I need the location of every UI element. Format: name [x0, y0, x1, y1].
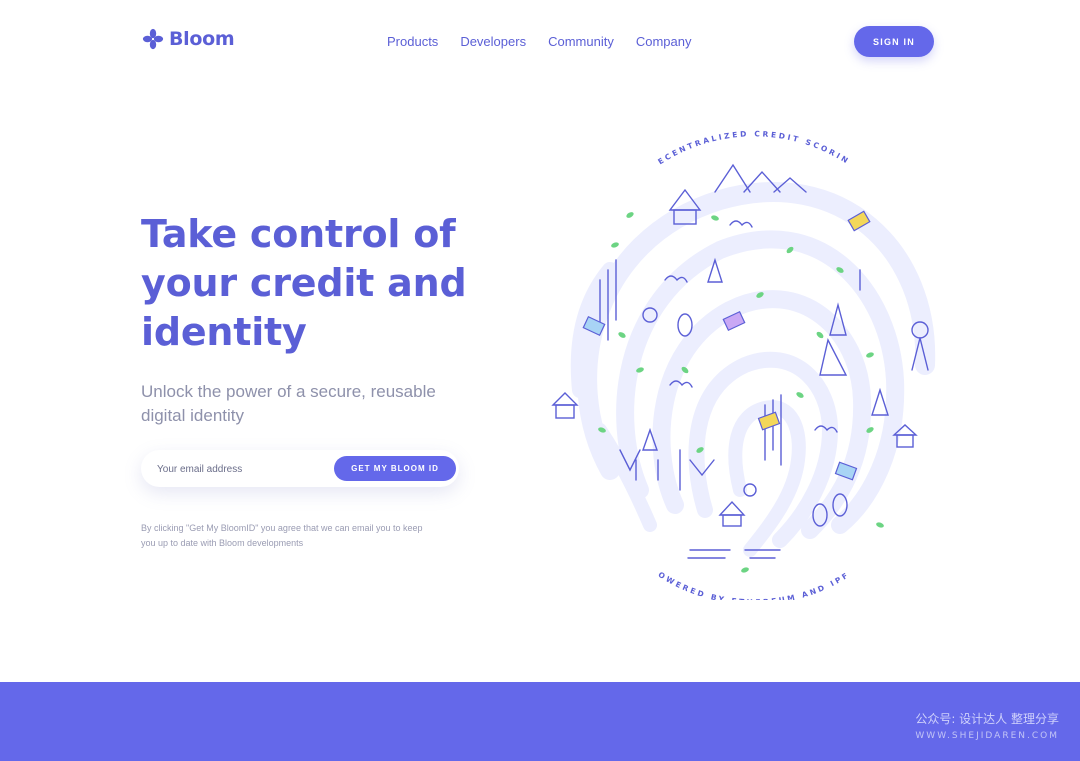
watermark-chinese: 公众号: 设计达人 整理分享	[915, 712, 1059, 726]
hero-subtitle-line: Unlock the power of a secure, reusable	[141, 382, 436, 401]
disclaimer-line: By clicking "Get My BloomID" you agree t…	[141, 523, 423, 533]
nav-company[interactable]: Company	[636, 34, 692, 49]
watermark-url: WWW.SHEJIDAREN.COM	[915, 731, 1059, 741]
hero-subtitle: Unlock the power of a secure, reusable d…	[141, 380, 461, 428]
nav-community[interactable]: Community	[548, 34, 614, 49]
hero-subtitle-line: digital identity	[141, 406, 245, 425]
email-input[interactable]	[157, 459, 327, 479]
illustration-top-caption: DECENTRALIZED CREDIT SCORING	[540, 130, 852, 166]
hero-title: Take control of your credit and identity	[141, 210, 471, 357]
footer-band: 公众号: 设计达人 整理分享 WWW.SHEJIDAREN.COM	[0, 682, 1080, 761]
nav-developers[interactable]: Developers	[460, 34, 526, 49]
nav-products[interactable]: Products	[387, 34, 438, 49]
hero-title-line: your credit and	[141, 261, 467, 305]
hero-title-line: Take control of	[141, 212, 456, 256]
sign-in-button[interactable]: SIGN IN	[854, 26, 934, 57]
hero-title-line: identity	[141, 310, 307, 354]
main-nav: Products Developers Community Company	[387, 34, 691, 49]
fingerprint-illustration: DECENTRALIZED CREDIT SCORING POWERED BY …	[540, 130, 936, 600]
brand-logo[interactable]: Bloom	[141, 27, 235, 51]
brand-name: Bloom	[169, 28, 235, 50]
get-bloom-id-button[interactable]: GET MY BLOOM ID	[334, 456, 456, 481]
email-signup-form: GET MY BLOOM ID	[141, 450, 459, 487]
disclaimer-line: you up to date with Bloom developments	[141, 538, 304, 548]
signup-disclaimer: By clicking "Get My BloomID" you agree t…	[141, 521, 461, 551]
bloom-logo-icon	[142, 28, 164, 50]
